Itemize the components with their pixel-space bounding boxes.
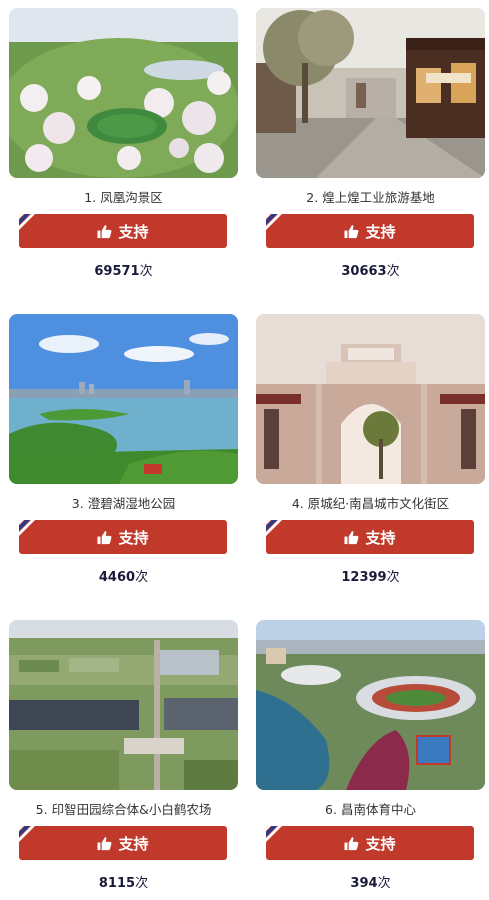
vote-count: 69571次 [9, 260, 238, 279]
thumbs-up-icon [97, 224, 112, 238]
ribbon-icon [19, 826, 35, 842]
vote-count-unit: 次 [386, 570, 400, 585]
attraction-caption: 2. 煌上煌工业旅游基地 [306, 190, 435, 205]
attraction-vote-grid: 1. 凤凰沟景区 支持 69571次 2. 煌上煌工业旅游基地 支持 30663… [0, 0, 489, 900]
vote-count: 12399次 [256, 566, 485, 585]
support-button[interactable]: 支持 [266, 520, 474, 554]
vote-count-value: 69571 [94, 264, 140, 279]
support-button[interactable]: 支持 [19, 214, 227, 248]
support-button-label: 支持 [365, 834, 396, 853]
thumbs-up-icon [344, 836, 359, 850]
vote-count: 30663次 [256, 260, 485, 279]
attraction-photo-chengbihu[interactable] [9, 314, 238, 484]
support-button[interactable]: 支持 [19, 826, 227, 860]
attraction-caption: 5. 印智田园综合体&小白鹤农场 [35, 802, 212, 817]
vote-count: 8115次 [9, 872, 238, 891]
support-button-label: 支持 [365, 222, 396, 241]
vote-count-value: 8115 [98, 876, 136, 891]
vote-count-value: 4460 [98, 570, 136, 585]
vote-count: 4460次 [9, 566, 238, 585]
thumbs-up-icon [97, 530, 112, 544]
support-button-label: 支持 [118, 528, 149, 547]
thumbs-up-icon [344, 530, 359, 544]
support-button-label: 支持 [118, 834, 149, 853]
support-button-label: 支持 [365, 528, 396, 547]
attraction-caption: 1. 凤凰沟景区 [84, 190, 163, 205]
attraction-photo-yuanchengji[interactable] [256, 314, 485, 484]
ribbon-icon [266, 520, 282, 536]
support-button[interactable]: 支持 [19, 520, 227, 554]
vote-count-unit: 次 [377, 876, 391, 891]
attraction-photo-fenghuanggou[interactable] [9, 8, 238, 178]
vote-count-value: 30663 [341, 264, 387, 279]
support-button[interactable]: 支持 [266, 214, 474, 248]
ribbon-icon [266, 826, 282, 842]
thumbs-up-icon [344, 224, 359, 238]
vote-count-unit: 次 [135, 570, 149, 585]
support-button[interactable]: 支持 [266, 826, 474, 860]
attraction-photo-changnan-sports[interactable] [256, 620, 485, 790]
thumbs-up-icon [97, 836, 112, 850]
attraction-caption: 6. 昌南体育中心 [325, 802, 416, 817]
vote-count-value: 394 [350, 876, 378, 891]
vote-count-unit: 次 [386, 264, 400, 279]
vote-count-unit: 次 [139, 264, 153, 279]
ribbon-icon [266, 214, 282, 230]
vote-count: 394次 [256, 872, 485, 891]
vote-count-value: 12399 [341, 570, 387, 585]
attraction-photo-huangshanghuang[interactable] [256, 8, 485, 178]
vote-count-unit: 次 [135, 876, 149, 891]
ribbon-icon [19, 520, 35, 536]
ribbon-icon [19, 214, 35, 230]
attraction-photo-yinzhi-tianyuan[interactable] [9, 620, 238, 790]
attraction-caption: 3. 澄碧湖湿地公园 [71, 496, 176, 511]
support-button-label: 支持 [118, 222, 149, 241]
attraction-caption: 4. 原城纪·南昌城市文化街区 [291, 496, 450, 511]
